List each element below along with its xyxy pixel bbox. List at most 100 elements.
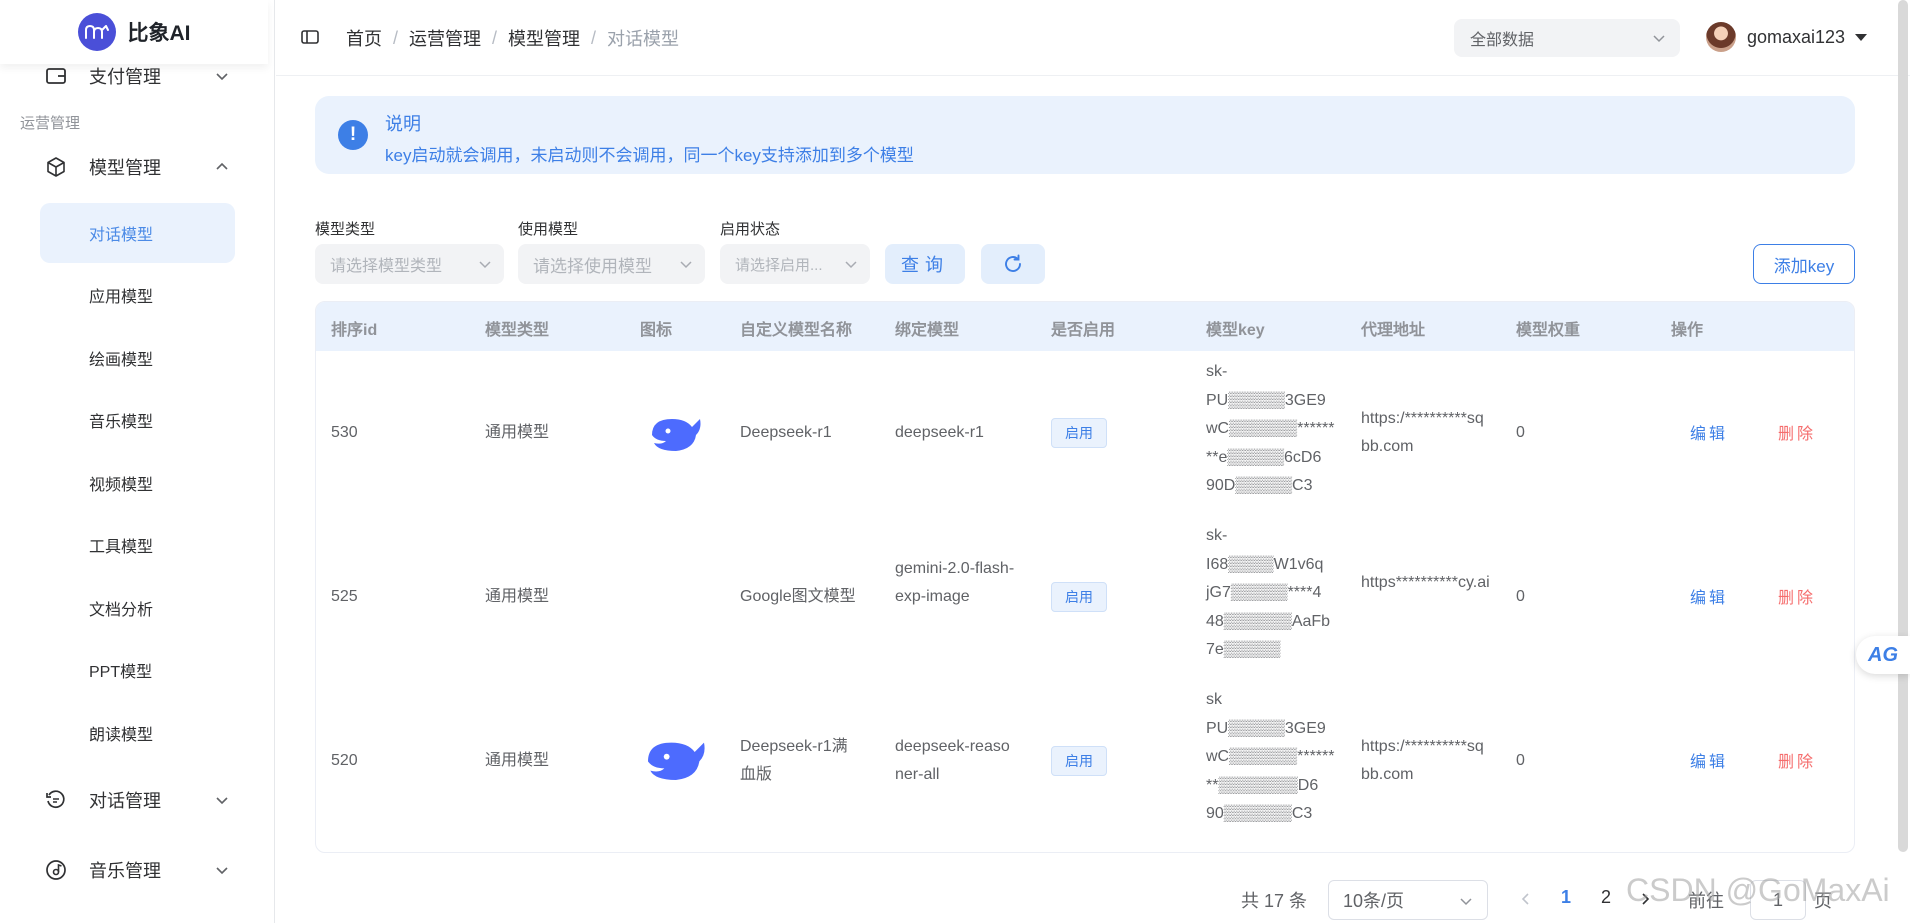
chevron-down-icon	[216, 797, 228, 805]
sidebar-subitem-reading-model[interactable]: 朗读模型	[40, 703, 235, 763]
column-header-proxy: 代理地址	[1361, 322, 1426, 339]
sidebar-item-chat-management[interactable]: 对话管理	[0, 770, 274, 830]
app-root: 比象AI 支付管理 运营管理 模型管理 对话模型 应用模型 绘画模型 音乐模型 …	[0, 0, 1910, 923]
add-key-button[interactable]: 添加key	[1753, 244, 1855, 284]
key-line: jG7▒▒▒▒▒****4	[1206, 584, 1322, 601]
breadcrumb-model-management[interactable]: 模型管理	[508, 25, 580, 51]
cell-custom-name: Deepseek-r1满血版	[740, 738, 848, 783]
sidebar-item-label: 模型管理	[89, 158, 161, 178]
cell-weight: 0	[1516, 588, 1525, 605]
page-number-2[interactable]: 2	[1601, 887, 1611, 908]
page-size-value: 10条/页	[1343, 891, 1405, 911]
query-button[interactable]: 查询	[885, 244, 965, 284]
sidebar-toggle-icon[interactable]	[300, 27, 320, 47]
column-header-actions: 操作	[1671, 322, 1704, 339]
delete-button[interactable]: 删除	[1778, 420, 1816, 444]
user-menu[interactable]: gomaxai123	[1706, 22, 1868, 52]
cell-type: 通用模型	[485, 588, 550, 605]
column-header-enabled: 是否启用	[1051, 322, 1116, 339]
data-scope-select[interactable]: 全部数据	[1454, 19, 1680, 57]
filter-use-model-select[interactable]: 请选择使用模型	[518, 244, 705, 284]
sidebar-subitem-chat-model[interactable]: 对话模型	[40, 203, 235, 263]
column-header-model-key: 模型key	[1206, 322, 1265, 339]
sidebar-subitem-doc-analysis[interactable]: 文档分析	[40, 578, 235, 638]
chevron-up-icon	[216, 162, 228, 170]
sidebar-subitem-app-model[interactable]: 应用模型	[40, 265, 235, 325]
cell-model-key: sk- I68▒▒▒▒W1v6q jG7▒▒▒▒▒****4 48▒▒▒▒▒▒A…	[1206, 522, 1336, 665]
sidebar-item-label: 对话管理	[89, 791, 161, 811]
filter-model-type-select[interactable]: 请选择模型类型	[315, 244, 504, 284]
breadcrumb-separator: /	[393, 27, 399, 48]
model-key-table: 排序id 模型类型 图标 自定义模型名称 绑定模型 是否启用 模型key 代理地…	[315, 301, 1855, 853]
floating-assistant-button[interactable]: AG	[1856, 636, 1910, 674]
refresh-icon	[1005, 254, 1021, 272]
sidebar-subitem-drawing-model[interactable]: 绘画模型	[40, 328, 235, 388]
table-header: 排序id 模型类型 图标 自定义模型名称 绑定模型 是否启用 模型key 代理地…	[316, 302, 1854, 351]
breadcrumb-separator: /	[591, 27, 597, 48]
edit-button[interactable]: 编辑	[1690, 584, 1728, 608]
table-row: 530 通用模型 Deepseek-r1 deepseek-r1 启用 sk- …	[316, 351, 1854, 515]
key-line: wC▒▒▒▒▒▒******	[1206, 748, 1335, 765]
delete-button[interactable]: 删除	[1778, 584, 1816, 608]
top-header: 首页 / 运营管理 / 模型管理 / 对话模型 全部数据 gomaxai123	[276, 0, 1910, 76]
page-number-1[interactable]: 1	[1561, 887, 1571, 908]
chevron-down-icon	[216, 73, 228, 81]
sidebar-item-label: 支付管理	[89, 67, 161, 87]
sidebar-item-model-management[interactable]: 模型管理	[0, 137, 274, 197]
logo-bar[interactable]: 比象AI	[0, 0, 268, 64]
chevron-down-icon	[845, 261, 857, 269]
info-icon: !	[338, 120, 368, 150]
page-scrollbar[interactable]	[1898, 0, 1908, 852]
sidebar-subitem-video-model[interactable]: 视频模型	[40, 453, 235, 513]
cell-proxy: https**********cy.ai	[1361, 574, 1490, 591]
username: gomaxai123	[1747, 26, 1846, 47]
filter-status-label: 启用状态	[720, 221, 781, 238]
sidebar-item-label: 音乐管理	[89, 861, 161, 881]
cube-icon	[47, 157, 65, 177]
refresh-button[interactable]	[981, 244, 1045, 284]
cell-bound-model: deepseek-r1	[895, 424, 984, 441]
deepseek-whale-icon	[648, 742, 705, 780]
chat-history-icon	[46, 790, 65, 809]
breadcrumb-operations[interactable]: 运营管理	[409, 25, 481, 51]
key-line: 90D▒▒▒▒▒C3	[1206, 477, 1313, 494]
cell-type: 通用模型	[485, 752, 550, 769]
cell-weight: 0	[1516, 424, 1525, 441]
key-line: 7e▒▒▒▒▒	[1206, 641, 1281, 658]
cell-id: 520	[331, 752, 358, 769]
music-disc-icon	[46, 860, 66, 880]
filter-placeholder: 请选择启用...	[735, 256, 823, 274]
chevron-down-icon	[680, 261, 692, 269]
sidebar-subitem-music-model[interactable]: 音乐模型	[40, 390, 235, 450]
delete-button[interactable]: 删除	[1778, 748, 1816, 772]
cell-type: 通用模型	[485, 424, 550, 441]
breadcrumb-home[interactable]: 首页	[346, 25, 382, 51]
page-size-select[interactable]: 10条/页	[1328, 880, 1488, 920]
cell-id: 525	[331, 588, 358, 605]
deepseek-whale-icon	[652, 419, 701, 451]
cell-bound-model: gemini-2.0-flash-exp-image	[895, 560, 1015, 605]
key-line: **e▒▒▒▒▒6cD6	[1206, 448, 1322, 466]
key-line: sk-	[1206, 363, 1228, 380]
cell-model-key: sk- PU▒▒▒▒▒3GE9 wC▒▒▒▒▒▒****** **e▒▒▒▒▒6…	[1206, 358, 1336, 501]
column-header-sort-id: 排序id	[331, 322, 378, 339]
cell-bound-model: deepseek-reasoner-all	[895, 738, 1010, 783]
edit-button[interactable]: 编辑	[1690, 420, 1728, 444]
sidebar-item-music-management[interactable]: 音乐管理	[0, 840, 274, 900]
key-line: sk	[1206, 691, 1222, 708]
cell-proxy: https:/**********sqbb.com	[1361, 410, 1484, 455]
filter-status-select[interactable]: 请选择启用...	[720, 244, 870, 284]
cell-model-key: sk PU▒▒▒▒▒3GE9 wC▒▒▒▒▒▒****** **▒▒▒▒▒▒▒D…	[1206, 686, 1336, 829]
cell-weight: 0	[1516, 752, 1525, 769]
filter-use-model-label: 使用模型	[518, 221, 579, 238]
table-row: 520 通用模型 Deepseek-r1满血版 deepseek-reasone…	[316, 679, 1854, 843]
sidebar-subitem-tool-model[interactable]: 工具模型	[40, 515, 235, 575]
filter-placeholder: 请选择使用模型	[533, 256, 652, 276]
edit-button[interactable]: 编辑	[1690, 748, 1728, 772]
status-badge: 启用	[1051, 418, 1107, 448]
cell-custom-name: Google图文模型	[740, 588, 856, 605]
sidebar-subitem-ppt-model[interactable]: PPT模型	[40, 640, 235, 700]
caret-down-icon	[1855, 33, 1868, 41]
prev-page-icon[interactable]	[1519, 890, 1533, 908]
column-header-model-type: 模型类型	[485, 322, 550, 339]
